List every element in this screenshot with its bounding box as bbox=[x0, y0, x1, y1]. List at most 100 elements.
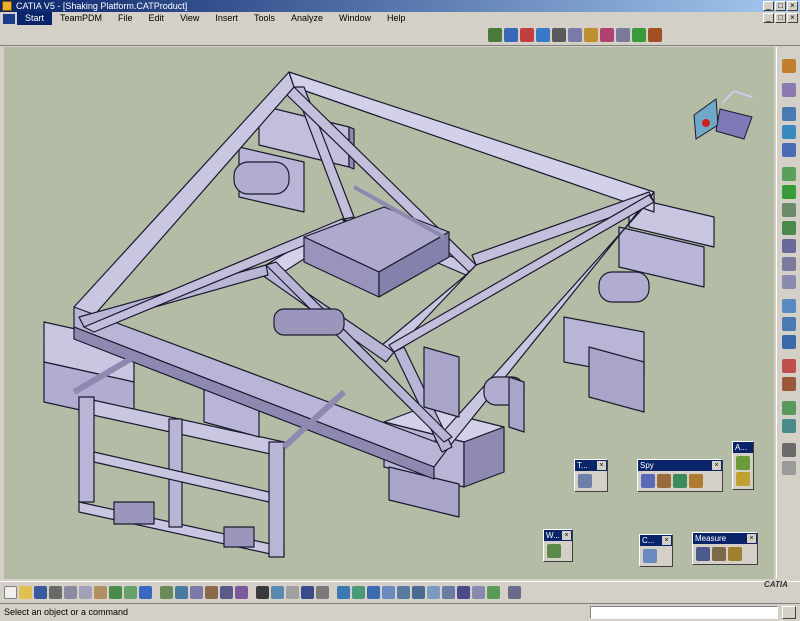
document-icon[interactable] bbox=[3, 13, 15, 24]
redo-icon[interactable] bbox=[124, 586, 137, 599]
shading-icon[interactable] bbox=[457, 586, 470, 599]
spiral-icon[interactable] bbox=[578, 474, 592, 488]
menu-edit[interactable]: Edit bbox=[141, 12, 173, 25]
update-icon[interactable] bbox=[632, 28, 646, 42]
floating-toolbar-w-title[interactable]: W... × bbox=[544, 530, 572, 541]
floating-toolbar-a-title[interactable]: A... bbox=[733, 442, 753, 453]
publish-icon[interactable] bbox=[175, 586, 188, 599]
measure-inertia-icon[interactable] bbox=[728, 547, 742, 561]
menu-tools[interactable]: Tools bbox=[246, 12, 283, 25]
generate-numbering-icon[interactable] bbox=[782, 221, 796, 235]
offset-constraint-icon[interactable] bbox=[782, 443, 796, 457]
menu-insert[interactable]: Insert bbox=[207, 12, 246, 25]
close-button[interactable]: × bbox=[787, 1, 798, 11]
command-button[interactable] bbox=[782, 606, 796, 619]
fit-all-icon[interactable] bbox=[352, 586, 365, 599]
clash-icon[interactable] bbox=[616, 28, 630, 42]
menu-view[interactable]: View bbox=[172, 12, 207, 25]
undo-icon[interactable] bbox=[109, 586, 122, 599]
angle-constraint-icon[interactable] bbox=[782, 461, 796, 475]
fly-mode-icon[interactable] bbox=[337, 586, 350, 599]
swap-visible-icon[interactable] bbox=[487, 586, 500, 599]
stop-manipulate-icon[interactable] bbox=[782, 377, 796, 391]
doc-restore-button[interactable]: □ bbox=[775, 13, 786, 23]
open-icon[interactable] bbox=[19, 586, 32, 599]
mesh-icon[interactable] bbox=[220, 586, 233, 599]
command-input[interactable] bbox=[590, 606, 778, 619]
weld-icon[interactable] bbox=[547, 544, 561, 558]
floating-toolbar-c-title[interactable]: C... × bbox=[640, 535, 672, 546]
menu-start[interactable]: Start bbox=[17, 12, 53, 25]
measure-between-icon[interactable] bbox=[696, 547, 710, 561]
menu-teampdm[interactable]: TeamPDM bbox=[52, 12, 110, 25]
graph-tree-reorder-icon[interactable] bbox=[782, 203, 796, 217]
paste-icon[interactable] bbox=[94, 586, 107, 599]
multi-instantiation-icon[interactable] bbox=[782, 275, 796, 289]
doc-minimize-button[interactable]: _ bbox=[763, 13, 774, 23]
constraint-icon[interactable] bbox=[536, 28, 550, 42]
doc-close-button[interactable]: × bbox=[787, 13, 798, 23]
edit-icon[interactable] bbox=[568, 28, 582, 42]
coincidence-constraint-icon[interactable] bbox=[782, 401, 796, 415]
hide-show-icon[interactable] bbox=[472, 586, 485, 599]
bulb-icon[interactable] bbox=[736, 472, 750, 486]
menu-window[interactable]: Window bbox=[331, 12, 379, 25]
hyperlink-icon[interactable] bbox=[286, 586, 299, 599]
assembly-icon[interactable] bbox=[504, 28, 518, 42]
replace-component-icon[interactable] bbox=[782, 185, 796, 199]
scene-icon[interactable] bbox=[648, 28, 662, 42]
save-icon[interactable] bbox=[34, 586, 47, 599]
close-icon[interactable]: × bbox=[597, 461, 606, 470]
product-icon[interactable] bbox=[520, 28, 534, 42]
menu-analyze[interactable]: Analyze bbox=[283, 12, 331, 25]
grid-icon[interactable] bbox=[508, 586, 521, 599]
close-icon[interactable]: × bbox=[747, 534, 756, 543]
parent-icon[interactable] bbox=[673, 474, 687, 488]
manipulation-icon[interactable] bbox=[782, 299, 796, 313]
rotate-icon[interactable] bbox=[382, 586, 395, 599]
close-icon[interactable]: × bbox=[662, 536, 671, 545]
new-component-icon[interactable] bbox=[782, 107, 796, 121]
manage-representations-icon[interactable] bbox=[782, 257, 796, 271]
pen-icon[interactable] bbox=[488, 28, 502, 42]
selective-load-icon[interactable] bbox=[782, 239, 796, 253]
compass-widget[interactable] bbox=[693, 90, 753, 140]
menu-file[interactable]: File bbox=[110, 12, 141, 25]
close-icon[interactable]: × bbox=[562, 531, 571, 540]
manipulate-icon[interactable] bbox=[552, 28, 566, 42]
help-icon[interactable] bbox=[139, 586, 152, 599]
zoom-in-icon[interactable] bbox=[397, 586, 410, 599]
floating-toolbar-t-title[interactable]: T... × bbox=[575, 460, 607, 471]
explode-icon[interactable] bbox=[782, 359, 796, 373]
comment-icon[interactable] bbox=[271, 586, 284, 599]
iso-view-icon[interactable] bbox=[442, 586, 455, 599]
floating-toolbar-measure-title[interactable]: Measure × bbox=[693, 533, 757, 544]
catalog-icon[interactable] bbox=[160, 586, 173, 599]
existing-component-icon[interactable] bbox=[782, 167, 796, 181]
snap-icon[interactable] bbox=[782, 317, 796, 331]
pan-icon[interactable] bbox=[367, 586, 380, 599]
floating-toolbar-spy-title[interactable]: Spy × bbox=[638, 460, 722, 471]
new-part-icon[interactable] bbox=[782, 143, 796, 157]
analysis-icon[interactable] bbox=[736, 456, 750, 470]
formula-icon[interactable] bbox=[256, 586, 269, 599]
sketch-icon[interactable] bbox=[782, 83, 796, 97]
scene-icon[interactable] bbox=[190, 586, 203, 599]
smart-move-icon[interactable] bbox=[782, 335, 796, 349]
minimize-button[interactable]: _ bbox=[763, 1, 774, 11]
normal-view-icon[interactable] bbox=[427, 586, 440, 599]
zoom-out-icon[interactable] bbox=[412, 586, 425, 599]
cut-icon[interactable] bbox=[64, 586, 77, 599]
copy-icon[interactable] bbox=[79, 586, 92, 599]
new-product-icon[interactable] bbox=[782, 125, 796, 139]
explode-icon[interactable] bbox=[600, 28, 614, 42]
knowledge-icon[interactable] bbox=[205, 586, 218, 599]
scan-icon[interactable] bbox=[657, 474, 671, 488]
new-file-icon[interactable] bbox=[4, 586, 17, 599]
cut-icon[interactable] bbox=[643, 549, 657, 563]
swap-icon[interactable] bbox=[235, 586, 248, 599]
table-icon[interactable] bbox=[301, 586, 314, 599]
children-icon[interactable] bbox=[689, 474, 703, 488]
menu-help[interactable]: Help bbox=[379, 12, 414, 25]
3d-viewport[interactable]: T... × Spy × A... W... × C... × Measure × bbox=[4, 47, 774, 579]
